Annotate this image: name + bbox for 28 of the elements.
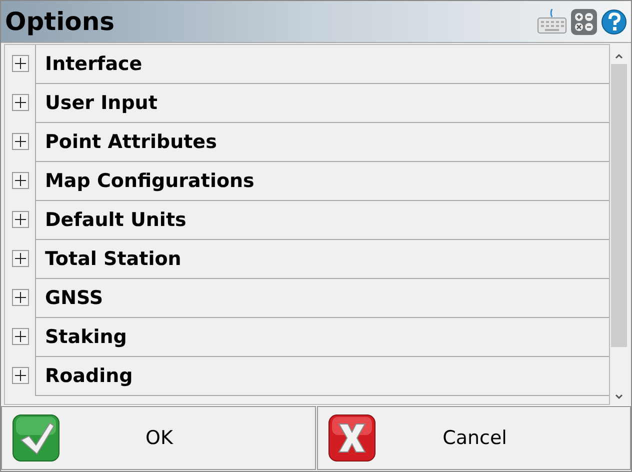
category-label[interactable]: Interface <box>45 50 142 78</box>
scroll-down-icon[interactable] <box>614 393 624 401</box>
category-label[interactable]: Map Configurations <box>45 166 254 196</box>
expand-icon[interactable] <box>12 211 28 228</box>
expand-icon[interactable] <box>12 94 28 111</box>
scroll-up-icon[interactable] <box>614 52 624 60</box>
category-label[interactable]: Staking <box>45 322 127 352</box>
expand-icon[interactable] <box>12 133 28 150</box>
check-icon <box>12 414 60 462</box>
scroll-thumb[interactable] <box>611 64 627 347</box>
expand-icon[interactable] <box>12 328 28 345</box>
expand-icon[interactable] <box>12 55 28 72</box>
window-title: Options <box>5 9 115 34</box>
cancel-button[interactable]: Cancel <box>316 406 631 470</box>
category-label[interactable]: Default Units <box>45 206 186 234</box>
category-label[interactable]: Roading <box>45 362 133 390</box>
ok-button[interactable]: OK <box>1 406 316 470</box>
help-icon[interactable] <box>601 8 627 34</box>
category-label[interactable]: Point Attributes <box>45 128 217 156</box>
category-label[interactable]: User Input <box>45 88 158 118</box>
expand-icon[interactable] <box>12 172 28 189</box>
x-mark-icon <box>328 414 376 462</box>
category-label[interactable]: GNSS <box>45 284 104 312</box>
expand-icon[interactable] <box>12 289 28 306</box>
category-label[interactable]: Total Station <box>45 244 182 274</box>
expand-icon[interactable] <box>12 250 28 267</box>
calculator-icon[interactable] <box>571 8 597 34</box>
expand-icon[interactable] <box>12 367 28 384</box>
